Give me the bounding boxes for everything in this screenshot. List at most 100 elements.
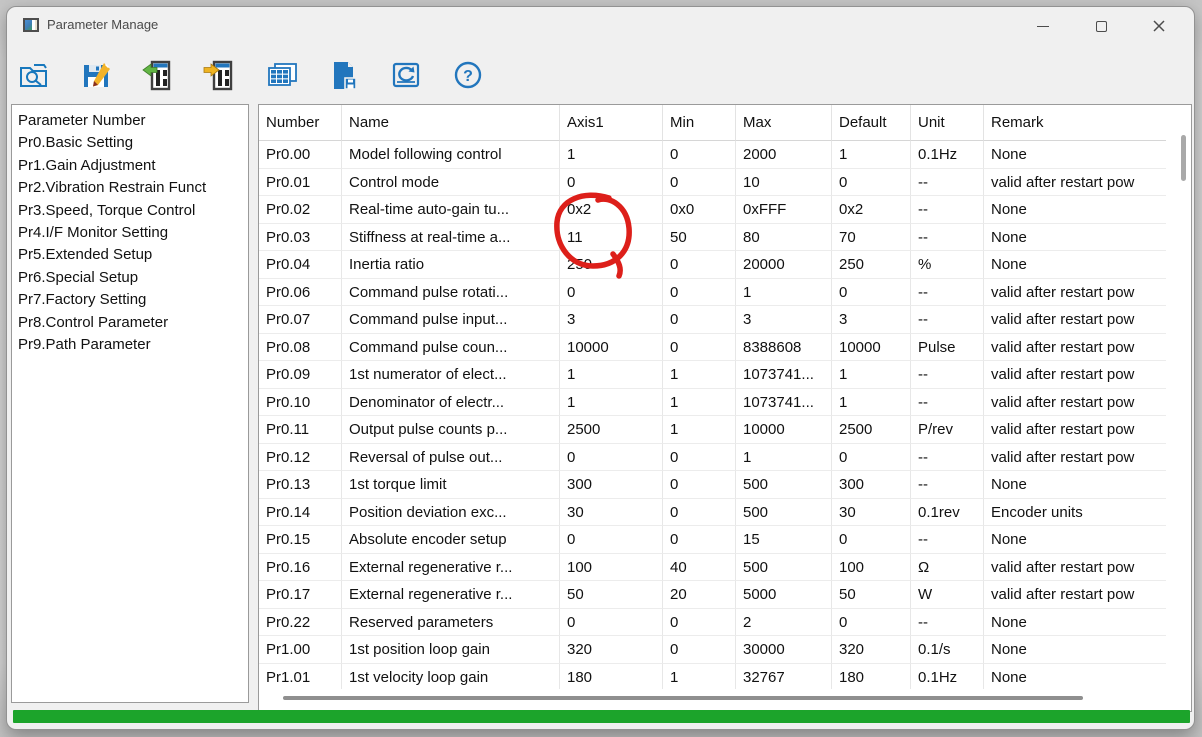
table-cell[interactable]: 0 [832,444,911,472]
column-header[interactable]: Remark [984,105,1166,141]
table-cell[interactable]: 300 [560,471,663,499]
table-cell[interactable]: 250 [832,251,911,279]
table-cell[interactable]: 1 [663,416,736,444]
table-cell[interactable]: 1st numerator of elect... [342,361,560,389]
table-cell[interactable]: None [984,196,1166,224]
table-row[interactable]: Pr0.06Command pulse rotati...0010--valid… [259,279,1191,307]
table-cell[interactable]: Inertia ratio [342,251,560,279]
table-cell[interactable]: 1 [832,389,911,417]
table-cell[interactable]: 0 [832,169,911,197]
table-cell[interactable]: -- [911,306,984,334]
table-cell[interactable]: -- [911,609,984,637]
table-cell[interactable]: valid after restart pow [984,361,1166,389]
export-params-button[interactable] [201,54,239,96]
table-cell[interactable]: % [911,251,984,279]
table-cell[interactable]: 10000 [560,334,663,362]
vertical-scrollbar[interactable] [1179,107,1189,687]
table-cell[interactable]: -- [911,389,984,417]
sidebar-item[interactable]: Pr7.Factory Setting [18,289,248,311]
table-cell[interactable]: -- [911,279,984,307]
table-cell[interactable]: 70 [832,224,911,252]
table-cell[interactable]: 0.1/s [911,636,984,664]
table-row[interactable]: Pr0.03Stiffness at real-time a...1150807… [259,224,1191,252]
table-cell[interactable]: 1073741... [736,389,832,417]
table-cell[interactable]: Command pulse input... [342,306,560,334]
table-cell[interactable]: 80 [736,224,832,252]
table-cell[interactable]: Pr0.16 [259,554,342,582]
table-row[interactable]: Pr0.07Command pulse input...3033--valid … [259,306,1191,334]
table-cell[interactable]: 10000 [832,334,911,362]
table-cell[interactable]: 1st torque limit [342,471,560,499]
sidebar-item[interactable]: Parameter Number [18,110,248,132]
table-cell[interactable]: 0 [663,499,736,527]
table-cell[interactable]: Output pulse counts p... [342,416,560,444]
table-cell[interactable]: Reversal of pulse out... [342,444,560,472]
table-cell[interactable]: 1073741... [736,361,832,389]
table-cell[interactable]: -- [911,471,984,499]
table-cell[interactable]: 3 [736,306,832,334]
table-cell[interactable]: 0 [832,526,911,554]
sidebar-item[interactable]: Pr0.Basic Setting [18,132,248,154]
table-cell[interactable]: Pr0.15 [259,526,342,554]
save-file-button[interactable] [325,54,363,96]
close-button[interactable] [1130,7,1188,45]
table-row[interactable]: Pr0.12Reversal of pulse out...0010--vali… [259,444,1191,472]
table-cell[interactable]: -- [911,196,984,224]
column-header[interactable]: Name [342,105,560,141]
sidebar-item[interactable]: Pr9.Path Parameter [18,334,248,356]
table-row[interactable]: Pr0.15Absolute encoder setup00150--None [259,526,1191,554]
table-cell[interactable]: 1 [663,389,736,417]
table-cell[interactable]: 1 [560,141,663,169]
open-search-button[interactable] [15,54,53,96]
table-cell[interactable]: Command pulse rotati... [342,279,560,307]
table-cell[interactable]: 1 [560,361,663,389]
table-cell[interactable]: 20000 [736,251,832,279]
table-row[interactable]: Pr0.131st torque limit3000500300--None [259,471,1191,499]
table-cell[interactable]: 10 [736,169,832,197]
table-cell[interactable]: 50 [663,224,736,252]
table-cell[interactable]: 0x2 [832,196,911,224]
column-header[interactable]: Max [736,105,832,141]
table-cell[interactable]: 0 [663,334,736,362]
table-cell[interactable]: Pulse [911,334,984,362]
table-cell[interactable]: 2500 [832,416,911,444]
table-cell[interactable]: 3 [832,306,911,334]
table-cell[interactable]: 8388608 [736,334,832,362]
table-cell[interactable]: valid after restart pow [984,554,1166,582]
table-row[interactable]: Pr0.04Inertia ratio250020000250%None [259,251,1191,279]
table-cell[interactable]: 0x2 [560,196,663,224]
table-row[interactable]: Pr0.22Reserved parameters0020--None [259,609,1191,637]
table-cell[interactable]: Absolute encoder setup [342,526,560,554]
table-cell[interactable]: None [984,526,1166,554]
table-cell[interactable]: -- [911,169,984,197]
table-cell[interactable]: 0 [663,169,736,197]
table-cell[interactable]: Pr0.02 [259,196,342,224]
table-cell[interactable]: valid after restart pow [984,389,1166,417]
table-cell[interactable]: 3 [560,306,663,334]
table-cell[interactable]: 0 [663,636,736,664]
table-cell[interactable]: Pr0.10 [259,389,342,417]
horizontal-scrollbar-thumb[interactable] [283,696,1083,700]
table-cell[interactable]: 0 [663,251,736,279]
table-cell[interactable]: 20 [663,581,736,609]
table-cell[interactable]: 2000 [736,141,832,169]
table-cell[interactable]: 30000 [736,636,832,664]
table-row[interactable]: Pr0.10Denominator of electr...111073741.… [259,389,1191,417]
table-cell[interactable]: Pr0.12 [259,444,342,472]
table-cell[interactable]: None [984,251,1166,279]
column-header[interactable]: Min [663,105,736,141]
sidebar-item[interactable]: Pr5.Extended Setup [18,244,248,266]
table-cell[interactable]: 0 [663,471,736,499]
table-cell[interactable]: 180 [832,664,911,690]
help-button[interactable]: ? [449,54,487,96]
table-row[interactable]: Pr0.091st numerator of elect...111073741… [259,361,1191,389]
table-cell[interactable]: 1 [663,361,736,389]
table-row[interactable]: Pr0.00Model following control10200010.1H… [259,141,1191,169]
table-cell[interactable]: None [984,224,1166,252]
sidebar-item[interactable]: Pr3.Speed, Torque Control [18,200,248,222]
horizontal-scrollbar[interactable] [259,695,1191,701]
sidebar-item[interactable]: Pr2.Vibration Restrain Funct [18,177,248,199]
table-cell[interactable]: 300 [832,471,911,499]
table-cell[interactable]: Pr0.00 [259,141,342,169]
maximize-button[interactable] [1072,7,1130,45]
